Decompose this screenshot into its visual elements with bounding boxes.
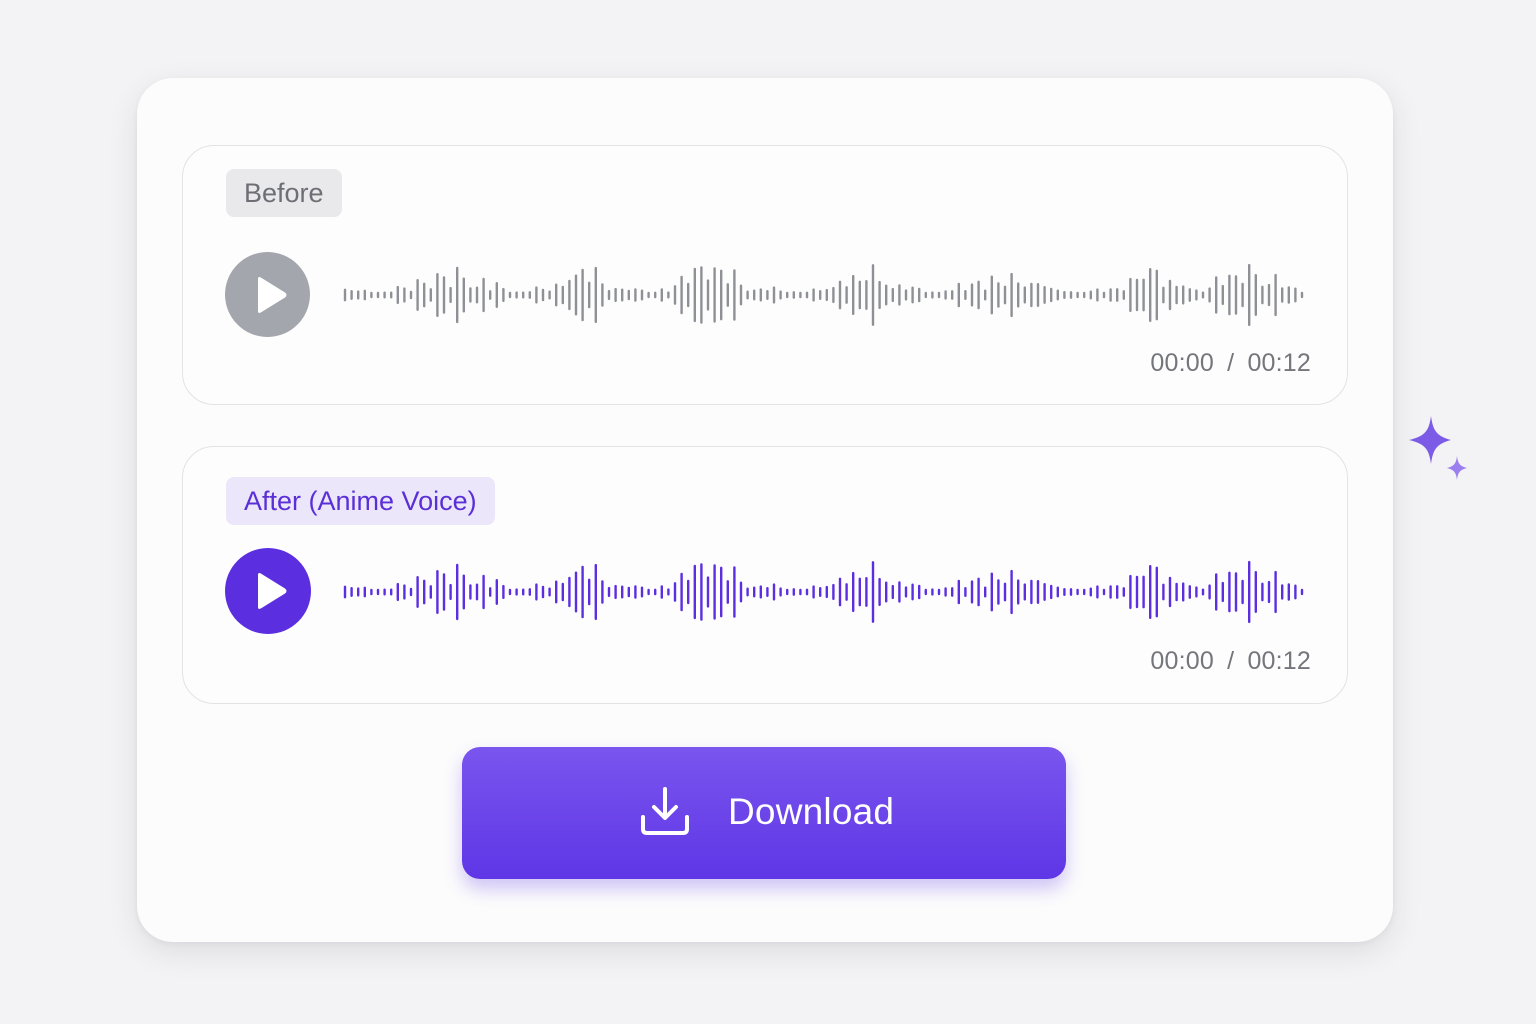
before-time-display: 00:00 / 00:12 — [1150, 349, 1311, 378]
after-time-current: 00:00 — [1150, 647, 1214, 675]
before-audio-player: Before 00:00 / 00:12 — [182, 145, 1348, 405]
download-label: Download — [728, 791, 895, 832]
conversion-card: Before 00:00 / 00:12 After (Anime Voice)… — [137, 78, 1393, 942]
before-time-current: 00:00 — [1150, 349, 1214, 377]
play-icon — [257, 276, 286, 313]
before-play-button[interactable] — [225, 252, 310, 337]
sparkle-icon — [1409, 416, 1467, 480]
play-icon — [258, 573, 287, 609]
after-time-separator: / — [1227, 647, 1235, 675]
before-time-total: 00:12 — [1247, 349, 1311, 377]
after-time-total: 00:12 — [1247, 647, 1311, 675]
download-icon — [641, 787, 689, 835]
after-waveform[interactable] — [343, 556, 1311, 628]
before-time-separator: / — [1227, 349, 1235, 377]
after-audio-player: After (Anime Voice) 00:00 / 00:12 — [182, 446, 1348, 704]
after-play-button[interactable] — [225, 548, 311, 634]
before-label: Before — [226, 169, 342, 217]
after-label: After (Anime Voice) — [226, 477, 495, 525]
download-button[interactable]: Download — [462, 747, 1066, 879]
before-waveform[interactable] — [343, 259, 1311, 331]
after-time-display: 00:00 / 00:12 — [1150, 647, 1311, 676]
